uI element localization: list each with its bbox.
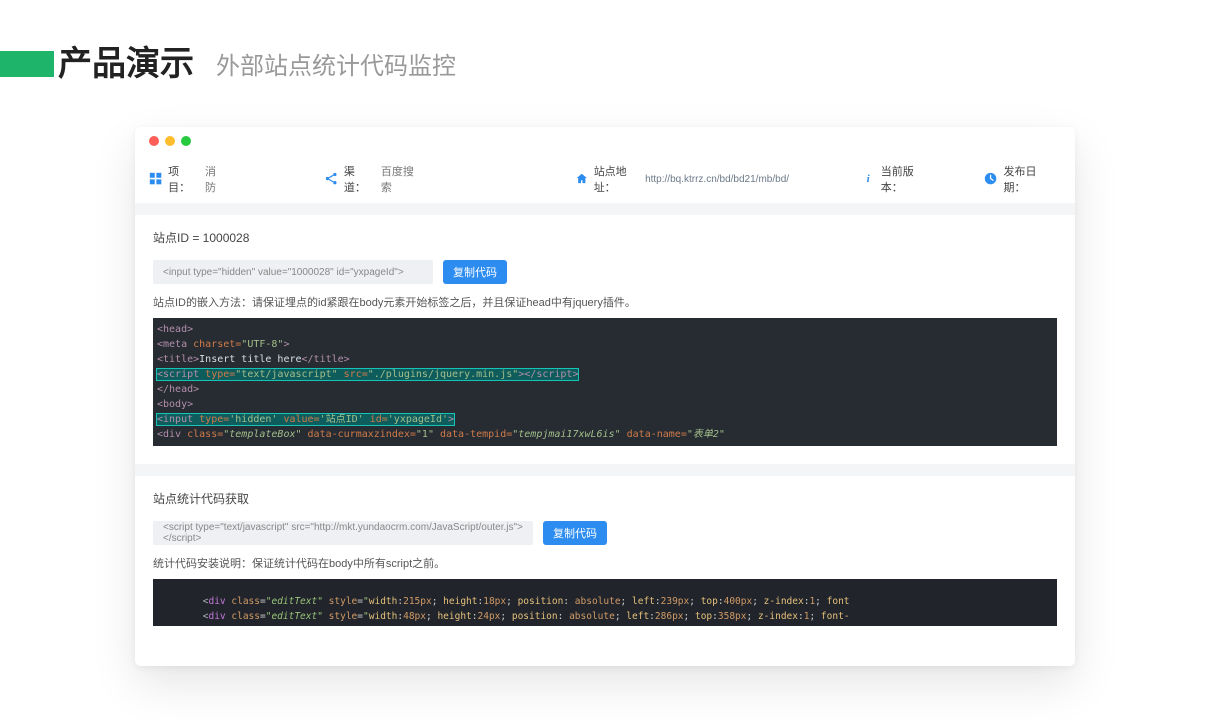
slide-subtitle: 外部站点统计代码监控 — [216, 46, 456, 81]
info-value: http://bq.ktrrz.cn/bd/bd21/mb/bd/ — [645, 174, 789, 185]
info-label: 当前版本： — [881, 163, 933, 195]
min-dot-icon — [165, 136, 175, 146]
site-info-bar: 项目： 消防 渠道： 百度搜索 站点地址： http://bq.ktrrz.cn… — [135, 155, 1075, 203]
info-project: 项目： 消防 — [149, 163, 226, 195]
share-icon — [325, 172, 338, 186]
code-example-block: <head> <meta charset="UTF-8"> <title>Ins… — [153, 318, 1057, 446]
code-example-block-2: <div class="editText" style="width:215px… — [153, 579, 1057, 626]
info-label: 项目： — [168, 163, 199, 195]
copy-row: <input type="hidden" value="1000028" id=… — [153, 260, 1057, 284]
info-icon: i — [862, 172, 875, 186]
info-label: 站点地址： — [594, 163, 639, 195]
slide-title-bar: 产品演示 外部站点统计代码监控 — [0, 0, 1210, 81]
info-channel: 渠道： 百度搜索 — [325, 163, 422, 195]
embed-description: 站点ID的嵌入方法：请保证埋点的id紧跟在body元素开始标签之后，并且保证he… — [153, 294, 1057, 310]
title-accent — [0, 51, 54, 77]
install-description: 统计代码安装说明：保证统计代码在body中所有script之前。 — [153, 555, 1057, 571]
info-url: 站点地址： http://bq.ktrrz.cn/bd/bd21/mb/bd/ — [576, 163, 789, 195]
panel-title: 站点统计代码获取 — [153, 490, 1057, 507]
info-date: 发布日期： — [984, 163, 1061, 195]
panel-site-id: 站点ID = 1000028 <input type="hidden" valu… — [135, 215, 1075, 464]
window-control-bar — [135, 127, 1075, 155]
copy-button[interactable]: 复制代码 — [543, 521, 607, 545]
max-dot-icon — [181, 136, 191, 146]
home-icon — [576, 172, 588, 186]
clock-icon — [984, 172, 997, 186]
info-version: i 当前版本： — [862, 163, 939, 195]
panel-stat-code: 站点统计代码获取 <script type="text/javascript" … — [135, 476, 1075, 626]
slide-title: 产品演示 — [58, 47, 194, 81]
grid-icon — [149, 172, 162, 186]
panel-title: 站点ID = 1000028 — [153, 229, 1057, 246]
screenshot-panel: 项目： 消防 渠道： 百度搜索 站点地址： http://bq.ktrrz.cn… — [135, 127, 1075, 666]
copy-button[interactable]: 复制代码 — [443, 260, 507, 284]
close-dot-icon — [149, 136, 159, 146]
code-snippet-input[interactable]: <script type="text/javascript" src="http… — [153, 521, 533, 545]
copy-row: <script type="text/javascript" src="http… — [153, 521, 1057, 545]
info-value: 消防 — [205, 163, 226, 195]
info-label: 渠道： — [344, 163, 375, 195]
code-snippet-input[interactable]: <input type="hidden" value="1000028" id=… — [153, 260, 433, 284]
info-label: 发布日期： — [1003, 163, 1055, 195]
info-value: 百度搜索 — [381, 163, 422, 195]
